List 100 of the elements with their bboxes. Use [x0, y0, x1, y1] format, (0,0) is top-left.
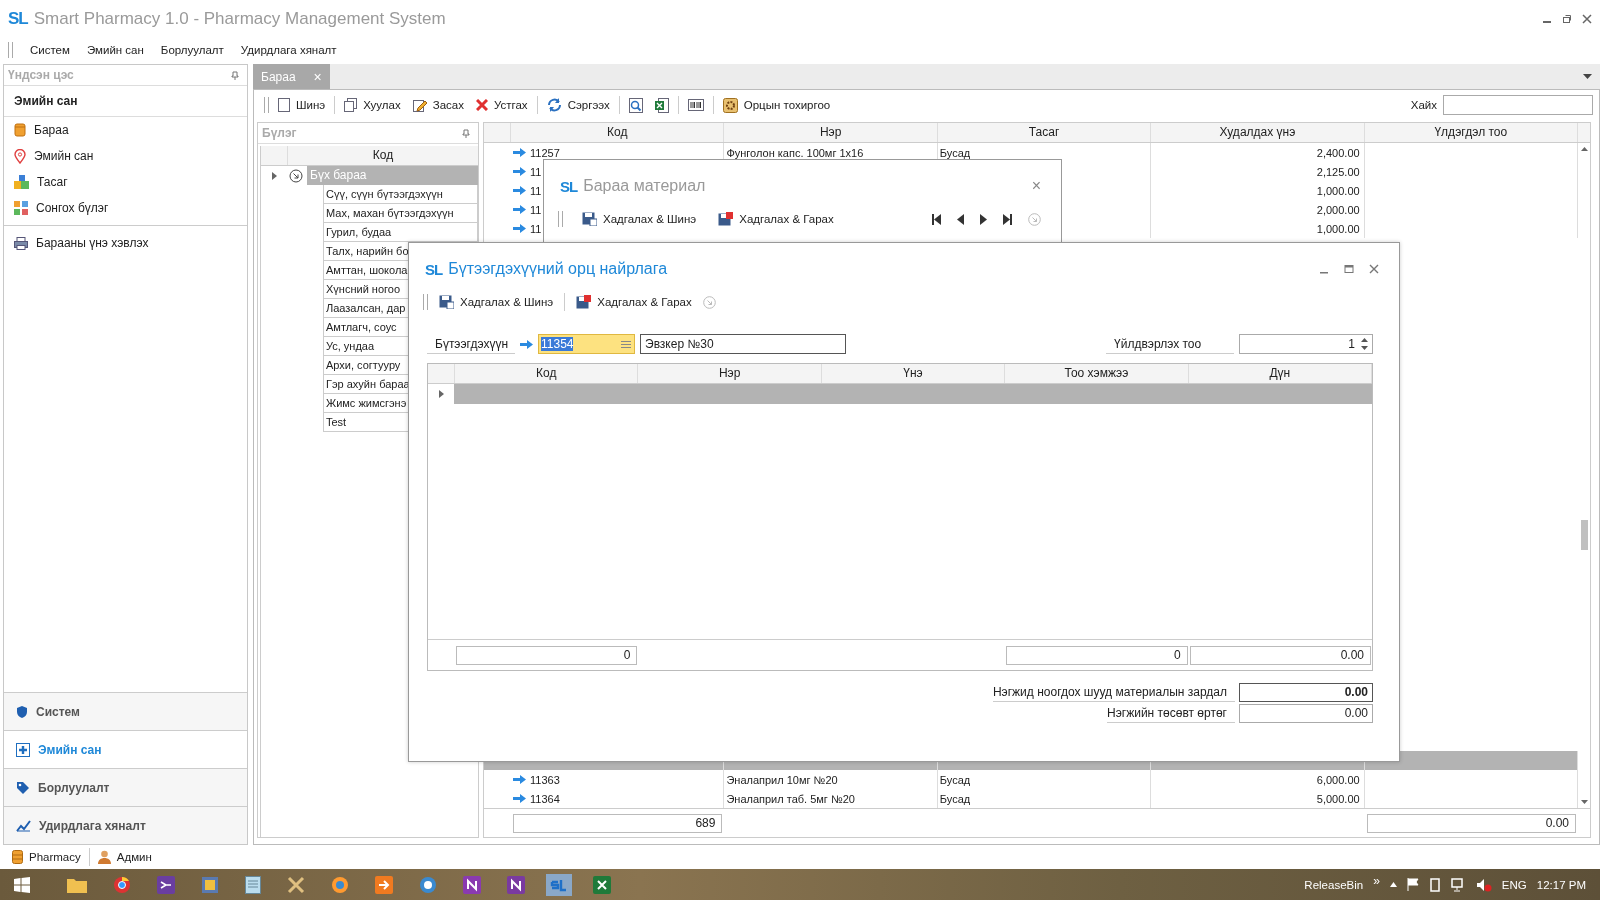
tree-node[interactable]: Мах, махан бүтээгдэхүүн — [323, 204, 478, 223]
restore-icon[interactable] — [1562, 14, 1572, 24]
value-field[interactable]: 0.00 — [1239, 683, 1373, 702]
refresh-icon — [546, 98, 562, 112]
nav-item[interactable]: Сонгох бүлэг — [4, 195, 247, 221]
network-icon[interactable] — [1450, 877, 1466, 892]
spin-arrows-icon[interactable] — [1361, 337, 1368, 351]
notepad-icon[interactable] — [245, 875, 261, 894]
search-field[interactable] — [1443, 95, 1593, 115]
maximize-icon[interactable] — [1344, 264, 1354, 274]
gear-icon — [722, 97, 738, 113]
globe-icon[interactable] — [331, 875, 349, 894]
nav-group[interactable]: Борлуулалт — [4, 768, 247, 806]
table-cell: 11364 — [530, 792, 560, 805]
menu-item[interactable]: Эмийн сан — [86, 44, 144, 56]
column-header[interactable]: Нэр — [638, 364, 822, 383]
column-header[interactable]: Тоо хэмжээ — [1005, 364, 1189, 383]
delete-icon — [475, 99, 488, 111]
column-header[interactable]: Үлдэгдэл тоо — [1364, 123, 1579, 142]
tools-icon[interactable] — [287, 875, 305, 894]
windows-start-icon[interactable] — [14, 876, 30, 893]
notebook-icon[interactable] — [463, 875, 481, 894]
last-record-icon[interactable] — [1003, 213, 1012, 225]
notebook-icon[interactable] — [507, 875, 525, 894]
spreadsheet-icon[interactable] — [593, 875, 611, 894]
tree-node[interactable]: Сүү, сүүн бүтээгдэхүүн — [323, 185, 478, 204]
status-item[interactable]: Админ — [97, 850, 152, 864]
nav-item[interactable]: Барааны үнэ хэвлэх — [4, 230, 247, 256]
column-header[interactable]: Код — [511, 123, 725, 142]
menu-item[interactable]: Борлуулалт — [160, 44, 224, 56]
nav-item[interactable]: Эмийн сан — [4, 143, 247, 169]
pin-icon[interactable] — [231, 70, 239, 80]
dropdown-icon[interactable] — [1583, 73, 1592, 80]
quantity-spinner[interactable]: 1 — [1239, 334, 1373, 354]
scrollbar-thumb[interactable] — [1580, 520, 1588, 550]
browser-icon[interactable] — [113, 875, 131, 894]
tag-icon — [16, 780, 30, 795]
folder-icon[interactable] — [67, 876, 87, 893]
toolbar-button[interactable]: Орцын тохиргоо — [719, 95, 834, 115]
product-code-field[interactable]: 11354 — [538, 334, 635, 354]
arrow-right-icon — [513, 794, 526, 803]
product-name-field[interactable]: Эвзкер №30 — [640, 334, 846, 354]
location-pin-icon — [14, 148, 26, 164]
arrow-app-icon[interactable] — [375, 875, 393, 894]
column-header[interactable]: Нэр — [724, 123, 938, 142]
grid-icon — [14, 201, 28, 215]
toolbar-button[interactable]: Сэргээх — [543, 96, 613, 114]
column-header[interactable]: Худалдах үнэ — [1151, 123, 1365, 142]
clock[interactable]: 12:17 PM — [1536, 878, 1586, 891]
table-cell: Эналаприл таб. 5мг №20 — [726, 792, 855, 805]
app-window-icon[interactable] — [201, 875, 219, 894]
next-record-icon[interactable] — [980, 213, 987, 225]
toolbar-button[interactable]: Хадгалах & Гарах — [573, 293, 695, 311]
pin-icon[interactable] — [462, 128, 470, 138]
field-label: Бүтээгдэхүүн — [427, 334, 515, 354]
first-record-icon[interactable] — [932, 213, 941, 225]
scroll-up-icon[interactable] — [1580, 147, 1588, 151]
device-icon[interactable] — [1428, 877, 1441, 892]
status-item[interactable]: Pharmacy — [12, 850, 81, 864]
value-field[interactable]: 0.00 — [1239, 704, 1373, 723]
dialog-logo: SL — [560, 177, 578, 195]
table-cell: Фунголон капс. 100мг 1x16 — [726, 146, 864, 159]
column-header[interactable]: Үнэ — [821, 364, 1006, 383]
menu-item[interactable]: Удирдлага хяналт — [240, 44, 337, 56]
column-header[interactable]: Код — [455, 364, 639, 383]
menu-item[interactable]: Систем — [30, 44, 70, 56]
visual-studio-icon[interactable] — [157, 875, 175, 894]
nav-group[interactable]: Удирдлага хяналт — [4, 806, 247, 844]
toolbar-button[interactable]: Шинэ — [275, 96, 329, 114]
nav-item[interactable]: Тасаг — [4, 169, 247, 195]
close-icon[interactable] — [1582, 14, 1592, 24]
toolbar-button[interactable]: Хадгалах & Гарах — [707, 210, 837, 228]
toolbar-button[interactable]: Устгах — [472, 97, 531, 113]
table-cell: 11257 — [530, 146, 560, 159]
language-indicator[interactable]: ENG — [1501, 878, 1527, 891]
summary-field: 0 — [456, 645, 638, 665]
table-cell: 11363 — [530, 773, 560, 786]
toolbar-button[interactable]: Хуулах — [341, 96, 404, 114]
caret-icon[interactable] — [1389, 882, 1397, 887]
speaker-muted-icon[interactable] — [1475, 877, 1492, 892]
scroll-down-icon[interactable] — [1580, 800, 1588, 804]
table-cell: 1,000.00 — [1316, 222, 1360, 235]
column-header[interactable]: Дүн — [1188, 364, 1373, 383]
nav-item[interactable]: Бараа — [4, 117, 247, 143]
menu-icon[interactable] — [621, 340, 631, 348]
more-button[interactable]: » — [1373, 873, 1380, 888]
previous-record-icon[interactable] — [957, 213, 964, 225]
column-header[interactable]: Тасаг — [937, 123, 1152, 142]
toolbar-label[interactable]: ReleaseBin — [1304, 878, 1364, 891]
nav-group[interactable]: Систем — [4, 692, 247, 730]
toolbar-button[interactable]: Хадгалах & Шинэ — [571, 210, 700, 228]
blocks-icon — [14, 175, 29, 189]
expand-arrow-icon[interactable] — [271, 171, 277, 180]
arrow-right-icon — [513, 205, 526, 214]
close-icon[interactable] — [1369, 264, 1379, 274]
flag-icon[interactable] — [1406, 878, 1419, 891]
circle-app-icon[interactable] — [419, 875, 437, 894]
spreadsheet-icon — [654, 97, 669, 113]
toolbar-button[interactable]: Засах — [409, 96, 467, 114]
close-button[interactable]: × — [1031, 177, 1041, 195]
